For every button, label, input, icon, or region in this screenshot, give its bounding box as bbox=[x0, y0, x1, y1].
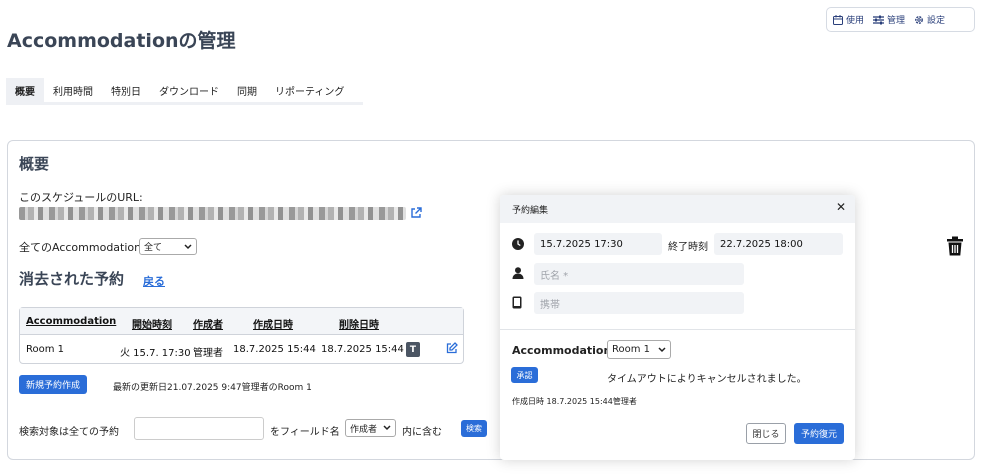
deleted-reservations-title: 消去された予約 bbox=[19, 270, 125, 288]
col-deleted-at[interactable]: 削除日時 bbox=[339, 316, 379, 331]
tab-special-days[interactable]: 特別日 bbox=[102, 78, 150, 102]
name-field[interactable]: 氏名 * bbox=[534, 263, 744, 285]
user-icon bbox=[512, 267, 524, 279]
field-select[interactable]: 作成者 bbox=[345, 419, 396, 437]
restore-reservation-button[interactable]: 予約復元 bbox=[794, 423, 844, 444]
cell-start-time: 火 15.7. 17:30 bbox=[120, 348, 191, 359]
tab-reporting[interactable]: リポーティング bbox=[266, 78, 353, 102]
phone-field[interactable]: 携帯 bbox=[534, 292, 744, 314]
cell-created-at: 18.7.2025 15:44 bbox=[233, 344, 316, 355]
manage-label: 管理 bbox=[887, 16, 906, 26]
close-icon[interactable]: ✕ bbox=[836, 200, 846, 214]
close-button[interactable]: 閉じる bbox=[746, 423, 786, 444]
field-name-label: をフィールド名 bbox=[270, 427, 340, 438]
tab-bar: 概要 利用時間 特別日 ダウンロード 同期 リポーティング bbox=[6, 78, 363, 105]
manage-button[interactable]: 管理 bbox=[873, 13, 905, 26]
accommodation-filter-value: 全て bbox=[144, 243, 163, 253]
col-created-at[interactable]: 作成日時 bbox=[253, 316, 293, 331]
page-title: Accommodationの管理 bbox=[7, 30, 236, 52]
modal-accommodation-value: Room 1 bbox=[612, 344, 651, 355]
modal-title: 予約編集 bbox=[512, 206, 549, 216]
settings-button[interactable]: 設定 bbox=[914, 13, 945, 26]
calendar-icon bbox=[833, 14, 843, 25]
modal-accommodation-select[interactable]: Room 1 bbox=[607, 340, 671, 359]
start-datetime-field[interactable]: 15.7.2025 17:30 bbox=[534, 233, 662, 255]
created-info-text: 作成日時 18.7.2025 15:44管理者 bbox=[512, 397, 637, 406]
chevron-down-icon bbox=[383, 425, 391, 431]
accommodation-filter-select[interactable]: 全て bbox=[139, 238, 197, 255]
cell-accommodation: Room 1 bbox=[26, 344, 65, 355]
gear-icon bbox=[914, 15, 924, 25]
contains-label: 内に含む bbox=[402, 427, 442, 438]
trash-icon[interactable] bbox=[946, 236, 964, 256]
cell-creator: 管理者 bbox=[193, 348, 223, 359]
modal-header bbox=[500, 195, 855, 223]
end-time-label: 終了時刻 bbox=[668, 242, 708, 253]
col-start-time[interactable]: 開始時刻 bbox=[132, 316, 172, 331]
approve-badge[interactable]: 承認 bbox=[511, 367, 538, 383]
header-controls: 使用 管理 設定 bbox=[826, 7, 975, 32]
col-creator[interactable]: 作成者 bbox=[193, 316, 223, 331]
end-datetime-field[interactable]: 22.7.2025 18:00 bbox=[714, 233, 843, 255]
overview-title: 概要 bbox=[19, 155, 50, 173]
tab-download[interactable]: ダウンロード bbox=[150, 78, 228, 102]
accommodation-filter-label: 全てのAccommodation bbox=[19, 241, 142, 254]
tab-overview[interactable]: 概要 bbox=[6, 78, 44, 102]
col-accommodation[interactable]: Accommodation bbox=[26, 316, 116, 327]
back-link[interactable]: 戻る bbox=[143, 273, 165, 289]
chevron-down-icon bbox=[184, 243, 192, 250]
search-label: 検索対象は全ての予約 bbox=[19, 427, 119, 438]
tab-sync[interactable]: 同期 bbox=[228, 78, 266, 102]
clock-icon bbox=[512, 238, 524, 250]
sliders-icon bbox=[873, 15, 885, 25]
modal-accommodation-label: Accommodation bbox=[512, 344, 612, 357]
last-update-text: 最新の更新日21.07.2025 9:47管理者のRoom 1 bbox=[113, 383, 312, 393]
use-label: 使用 bbox=[846, 16, 865, 26]
use-button[interactable]: 使用 bbox=[833, 13, 864, 26]
type-badge: T bbox=[406, 342, 420, 357]
search-button[interactable]: 検索 bbox=[461, 420, 487, 437]
cell-deleted-at: 18.7.2025 15:44 bbox=[321, 344, 404, 355]
modal-divider bbox=[500, 329, 855, 330]
schedule-url-redacted bbox=[19, 207, 406, 220]
chevron-down-icon bbox=[658, 346, 666, 353]
tab-usage-time[interactable]: 利用時間 bbox=[44, 78, 102, 102]
search-input[interactable] bbox=[134, 417, 264, 440]
edit-icon[interactable] bbox=[446, 342, 458, 354]
external-link-icon[interactable] bbox=[410, 207, 422, 219]
settings-label: 設定 bbox=[927, 16, 946, 26]
field-select-value: 作成者 bbox=[350, 424, 378, 435]
schedule-url-label: このスケジュールのURL: bbox=[19, 191, 143, 204]
new-reservation-button[interactable]: 新規予約作成 bbox=[19, 375, 87, 394]
timeout-cancel-text: タイムアウトによりキャンセルされました。 bbox=[607, 374, 807, 385]
mobile-phone-icon bbox=[512, 296, 522, 309]
